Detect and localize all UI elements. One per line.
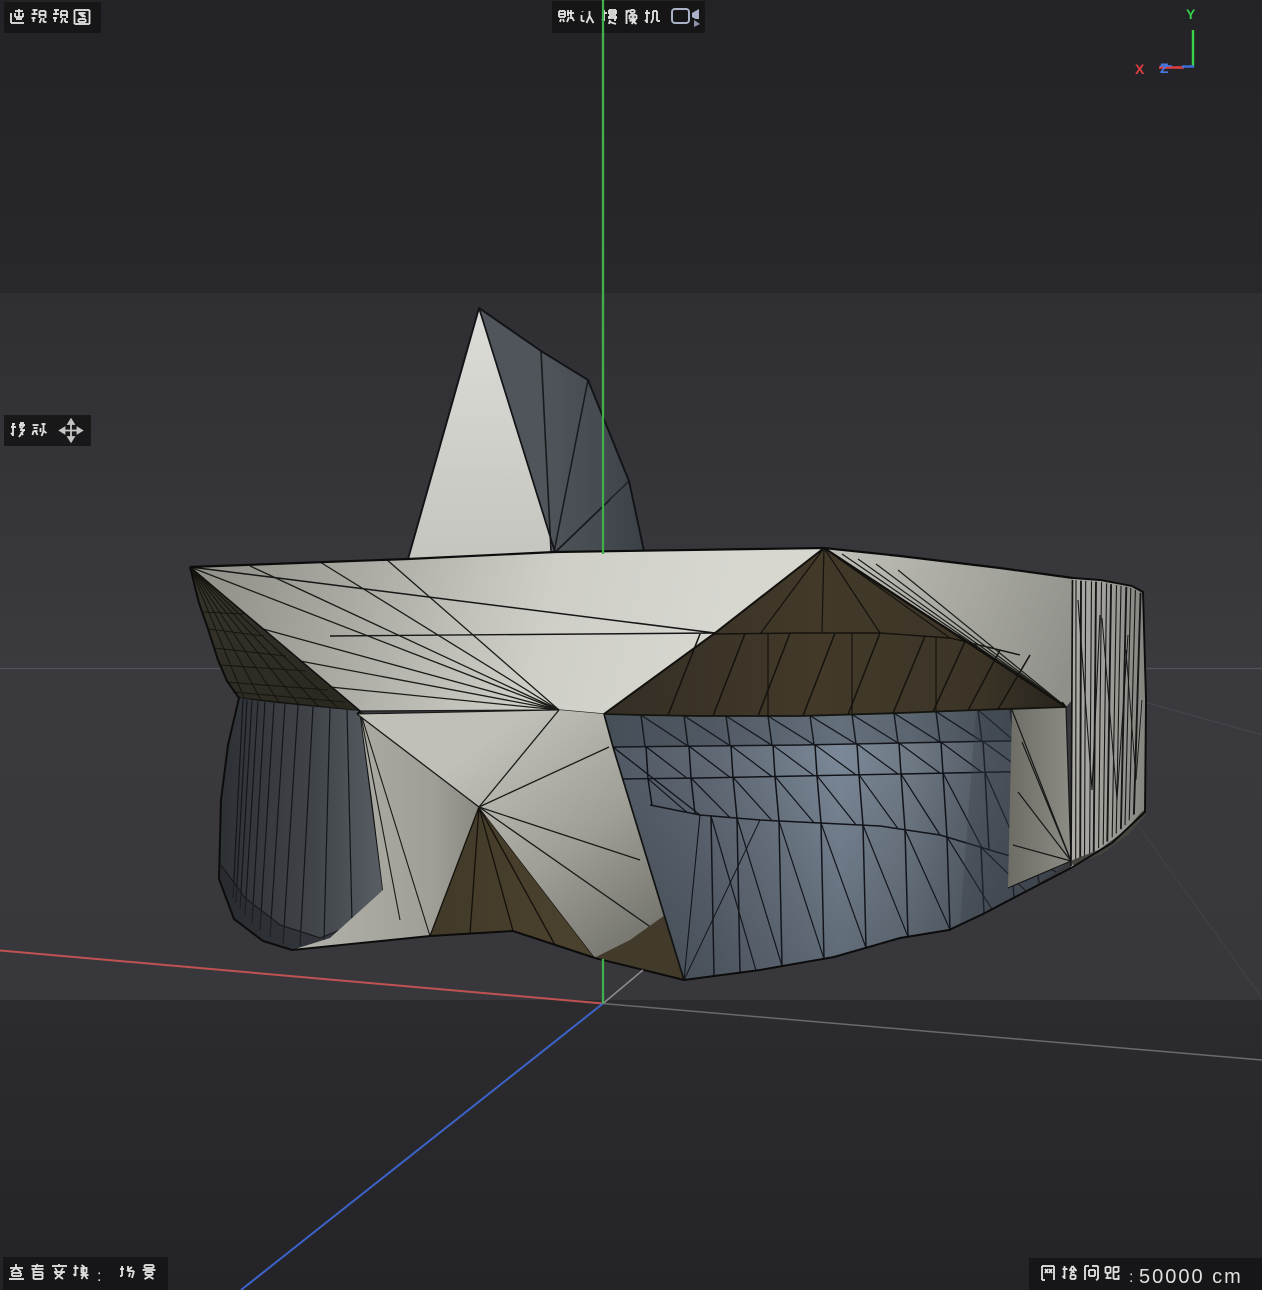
svg-text:X: X bbox=[1135, 61, 1145, 77]
svg-text:Z: Z bbox=[1160, 60, 1169, 76]
svg-text:50000 cm: 50000 cm bbox=[1139, 1266, 1243, 1288]
svg-text:Y: Y bbox=[1186, 6, 1196, 22]
svg-text::: : bbox=[97, 1268, 101, 1285]
svg-text::: : bbox=[1129, 1269, 1133, 1286]
